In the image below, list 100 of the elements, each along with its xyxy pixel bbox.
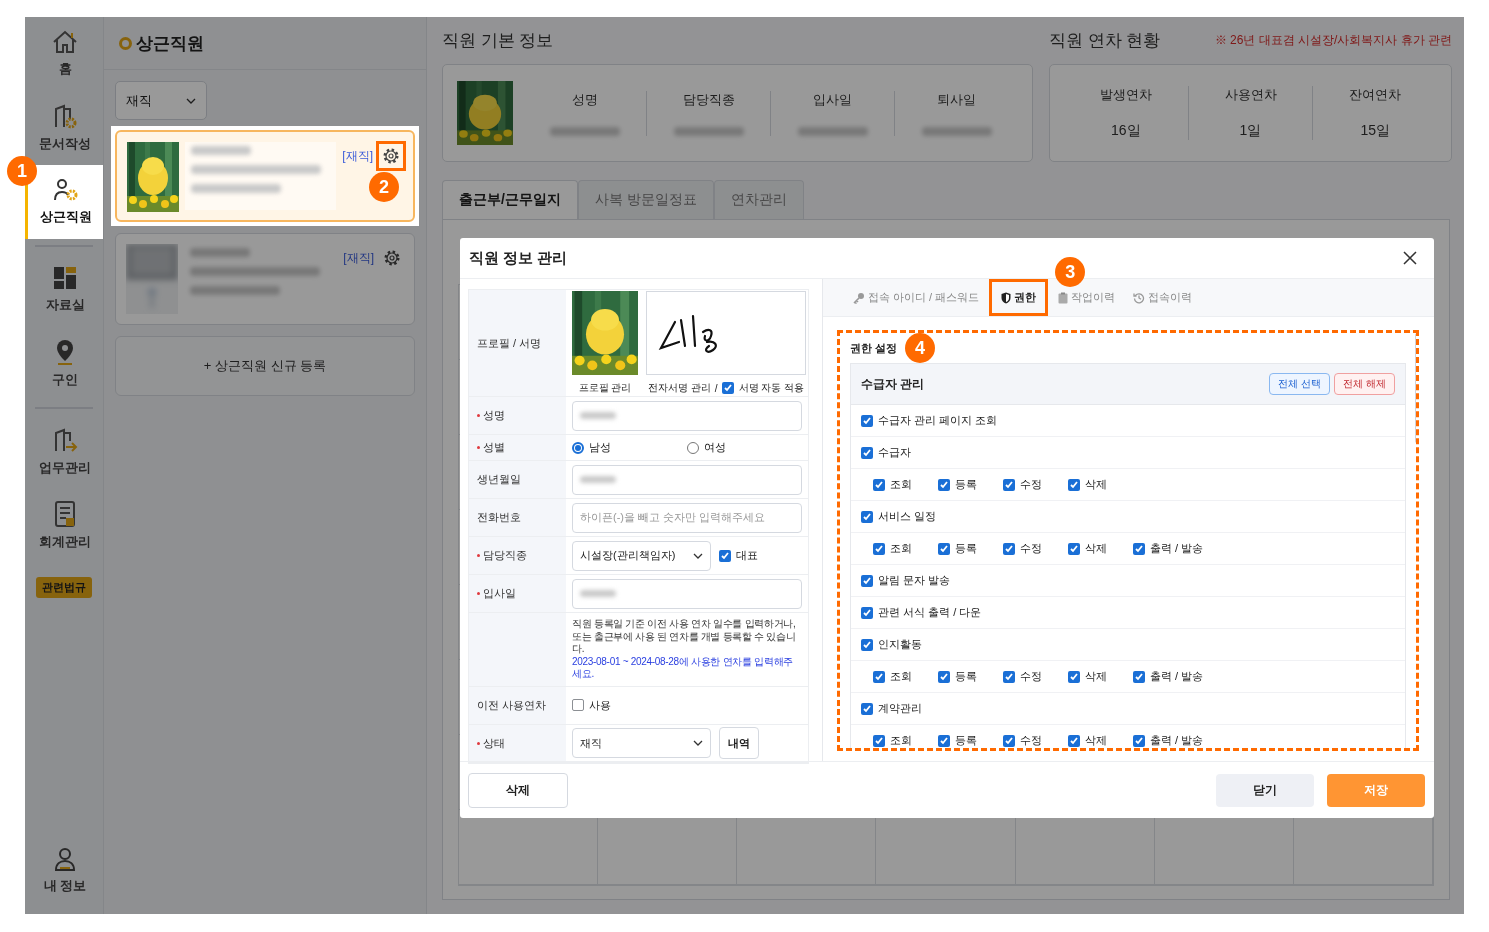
checkbox[interactable]: [1133, 734, 1145, 747]
checkbox-label: 등록: [955, 477, 977, 492]
field-label: 성별: [483, 440, 505, 455]
leave-value: 15일: [1360, 122, 1390, 140]
field-label: 이전 사용연차: [477, 697, 547, 713]
office-gear-icon: [52, 103, 78, 129]
notice-link[interactable]: ※ 26년 대표겸 시설장/사회복지사 휴가 관련: [1214, 32, 1452, 49]
checkbox[interactable]: [1133, 670, 1145, 683]
tab[interactable]: 연차관리: [713, 180, 804, 219]
checkbox[interactable]: [873, 670, 885, 683]
status-dropdown[interactable]: 재직: [115, 81, 207, 120]
deselect-all-button[interactable]: 전체 해제: [1334, 373, 1395, 395]
checkbox[interactable]: [1068, 734, 1080, 747]
checkbox[interactable]: [721, 382, 734, 394]
column-label: 발생연차: [1099, 86, 1152, 104]
signature-manage-link[interactable]: 전자서명 관리: [647, 381, 711, 395]
chevron-down-icon: [693, 740, 703, 746]
checkbox[interactable]: [1068, 478, 1080, 491]
tag[interactable]: 관련법규: [36, 577, 92, 598]
checkbox[interactable]: [861, 414, 873, 427]
checkbox-label: 대표: [736, 548, 758, 563]
dropdown[interactable]: 시설장(관리책임자): [572, 540, 711, 571]
staff-card[interactable]: [재직]: [115, 233, 415, 325]
checkbox[interactable]: [873, 542, 885, 555]
field-label: 전화번호: [477, 510, 521, 525]
checkbox[interactable]: [861, 574, 873, 587]
field-label: 상태: [483, 735, 505, 751]
checkbox-label: 출력 / 발송: [1150, 733, 1204, 748]
input-field[interactable]: [572, 578, 802, 609]
checkbox[interactable]: [938, 542, 950, 555]
tab[interactable]: 사복 방문일정표: [577, 180, 714, 219]
sidebar-item[interactable]: 회계관리: [27, 489, 103, 563]
checkbox[interactable]: [719, 549, 731, 562]
sidebar-item[interactable]: 내 정보: [27, 834, 103, 908]
checkbox[interactable]: [1133, 542, 1145, 555]
redacted-text: [580, 412, 616, 419]
tab[interactable]: 접속이력: [1125, 279, 1201, 316]
sidebar-item[interactable]: 업무관리: [27, 415, 103, 489]
required-mark-icon: [477, 741, 480, 745]
tab[interactable]: 접속 아이디 / 패스워드: [845, 279, 988, 316]
checkbox[interactable]: [938, 734, 950, 747]
add-staff-button[interactable]: + 상근직원 신규 등록: [115, 336, 415, 396]
required-mark-icon: [477, 592, 480, 595]
checkbox-label: 서비스 일정: [878, 509, 937, 524]
input-field[interactable]: [572, 400, 802, 431]
checkbox[interactable]: [572, 699, 584, 711]
column-label: 사용연차: [1224, 86, 1277, 104]
checkbox[interactable]: [861, 702, 873, 715]
checkbox-label: 조회: [890, 733, 912, 748]
sidebar-item[interactable]: 홈: [27, 17, 103, 91]
checkbox[interactable]: [873, 478, 885, 491]
delete-button[interactable]: 삭제: [468, 772, 568, 808]
input-field[interactable]: 하이픈(-)을 빼고 숫자만 입력해주세요: [572, 502, 802, 533]
checkbox-label: 출력 / 발송: [1150, 669, 1204, 684]
checkbox[interactable]: [938, 670, 950, 683]
checkbox[interactable]: [861, 446, 873, 459]
close-icon[interactable]: [1402, 250, 1418, 266]
checkbox[interactable]: [1068, 670, 1080, 683]
profile-manage-link[interactable]: 프로필 관리: [578, 381, 632, 395]
checkbox-label: 삭제: [1085, 733, 1107, 748]
field-label: 프로필 / 서명: [477, 335, 542, 351]
checkbox-label: 수정: [1020, 733, 1042, 748]
field-label: 성명: [483, 408, 505, 423]
dropdown[interactable]: 재직: [572, 728, 711, 758]
redacted-text: [191, 146, 251, 155]
home-icon: [52, 30, 78, 54]
grid-icon: [53, 266, 77, 290]
checkbox-label: 조회: [890, 669, 912, 684]
checkbox-label: 인지활동: [878, 637, 922, 652]
tab[interactable]: 출근부/근무일지: [442, 180, 578, 219]
checkbox[interactable]: [938, 478, 950, 491]
checkbox[interactable]: [1003, 478, 1015, 491]
map-pin-icon: [54, 339, 76, 365]
checkbox[interactable]: [873, 734, 885, 747]
column-label: 퇴사일: [937, 90, 976, 109]
section-title: 권한 설정: [850, 340, 898, 356]
redacted-text: [580, 590, 616, 597]
checkbox[interactable]: [861, 638, 873, 651]
callout-badge: 1: [7, 156, 37, 186]
checkbox[interactable]: [1003, 734, 1015, 747]
history-button[interactable]: 내역: [719, 727, 759, 759]
chevron-down-icon: [186, 97, 196, 104]
settings-icon[interactable]: [379, 144, 403, 168]
radio-button[interactable]: [572, 441, 584, 454]
column-label: 성명: [571, 90, 598, 109]
checkbox-label: 수정: [1020, 541, 1042, 556]
checkbox[interactable]: [861, 606, 873, 619]
checkbox[interactable]: [1003, 670, 1015, 683]
checkbox[interactable]: [861, 510, 873, 523]
checkbox[interactable]: [1068, 542, 1080, 555]
sidebar-item[interactable]: 자료실: [27, 253, 103, 327]
checkbox-label: 삭제: [1085, 669, 1107, 684]
column-label: 잔여연차: [1349, 86, 1402, 104]
checkbox[interactable]: [1003, 542, 1015, 555]
close-button[interactable]: 닫기: [1216, 773, 1314, 807]
field-label: 담당직종: [483, 548, 527, 563]
sidebar-item[interactable]: 구인: [27, 327, 103, 401]
tab[interactable]: 권한: [989, 279, 1049, 316]
select-all-button[interactable]: 전체 선택: [1269, 373, 1331, 395]
input-field[interactable]: [572, 464, 802, 495]
